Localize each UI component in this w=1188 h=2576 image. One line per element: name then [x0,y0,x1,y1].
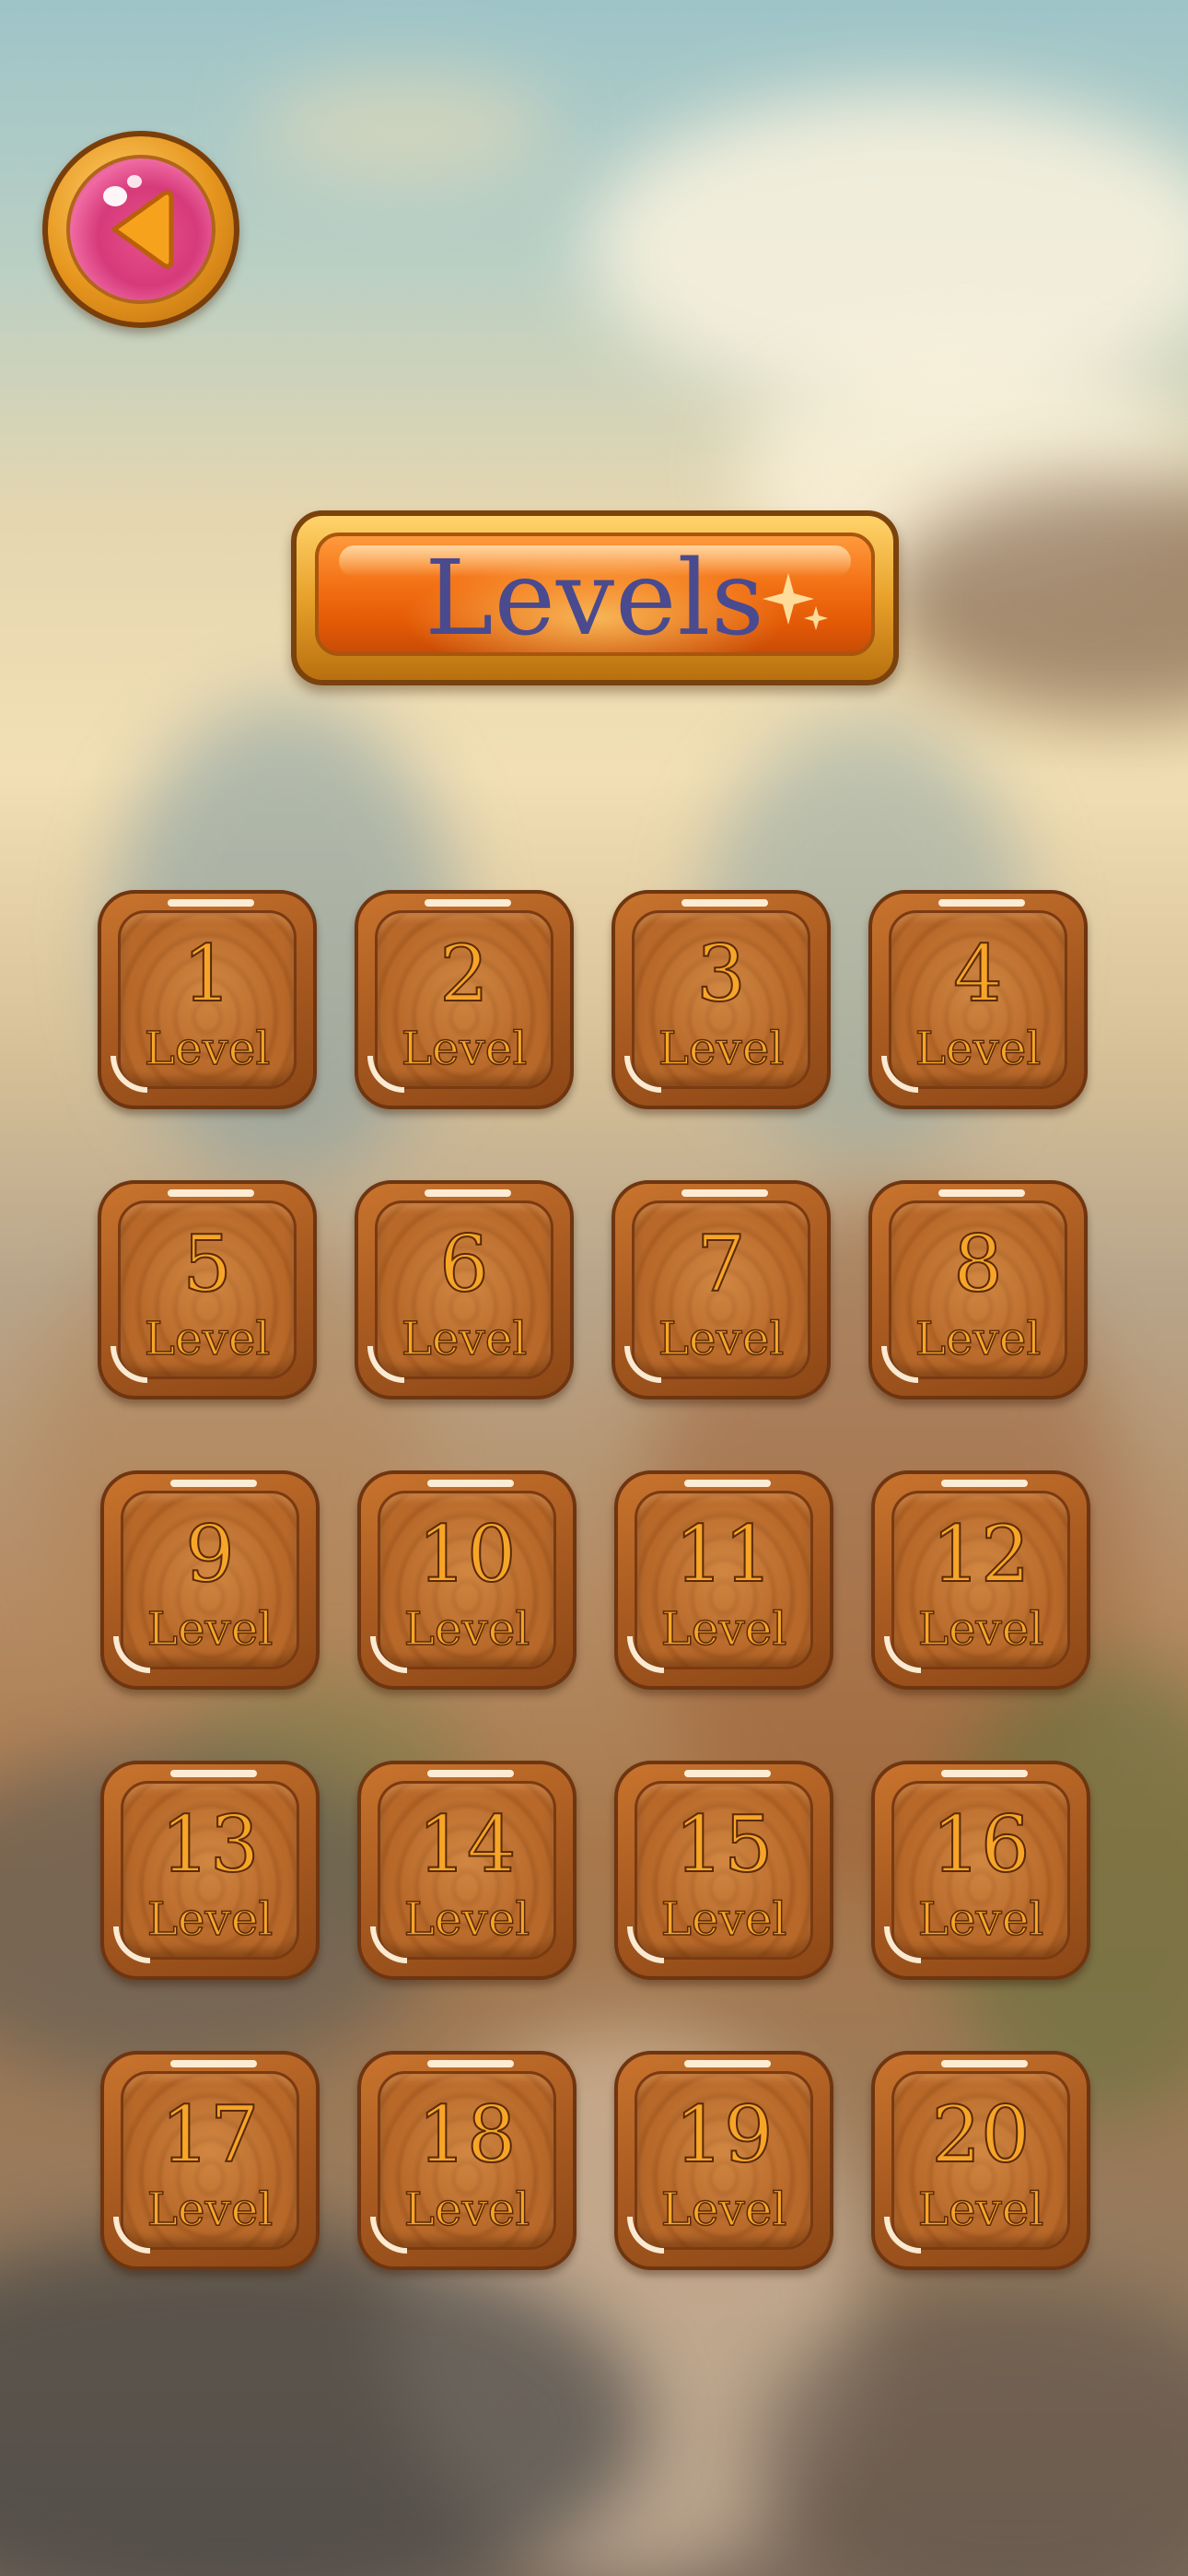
level-number: 19 [674,2090,775,2180]
level-button-9[interactable]: 9 Level [100,1470,320,1690]
tile-highlight [425,899,511,907]
tile-highlight [427,1480,514,1487]
level-label: Level [403,1892,530,1946]
level-label: Level [401,1312,528,1365]
level-number: 1 [181,929,232,1019]
back-arrow-icon [111,190,174,269]
level-button-4[interactable]: 4 Level [868,890,1088,1109]
level-label: Level [146,2183,274,2236]
level-button-18[interactable]: 18 Level [357,2051,577,2270]
tile-highlight [170,1480,257,1487]
level-number: 3 [695,929,746,1019]
level-button-6[interactable]: 6 Level [355,1180,574,1399]
cloud [258,74,553,184]
level-button-19[interactable]: 19 Level [614,2051,833,2270]
title-banner: Levels [291,510,899,685]
level-label: Level [658,1312,785,1365]
level-number: 2 [438,929,489,1019]
tile-highlight [684,1770,771,1777]
level-label: Level [917,1602,1044,1656]
tile-highlight [168,1189,254,1197]
level-button-15[interactable]: 15 Level [614,1761,833,1980]
level-number: 8 [952,1219,1003,1309]
level-button-5[interactable]: 5 Level [98,1180,317,1399]
level-number: 14 [417,1799,518,1890]
tile-highlight [941,1770,1028,1777]
level-number: 17 [160,2090,261,2180]
level-label: Level [660,1892,787,1946]
back-button[interactable] [42,131,239,328]
level-button-13[interactable]: 13 Level [100,1761,320,1980]
level-number: 12 [931,1509,1031,1599]
level-button-1[interactable]: 1 Level [98,890,317,1109]
level-label: Level [144,1022,271,1075]
level-number: 13 [160,1799,261,1890]
tile-highlight [170,2060,257,2067]
level-label: Level [403,2183,530,2236]
level-number: 16 [931,1799,1031,1890]
level-button-3[interactable]: 3 Level [611,890,831,1109]
level-label: Level [403,1602,530,1656]
sparkle-icon [763,573,828,630]
tile-highlight [681,1189,768,1197]
level-label: Level [146,1602,274,1656]
level-label: Level [914,1312,1042,1365]
level-label: Level [914,1022,1042,1075]
level-number: 6 [438,1219,489,1309]
tile-highlight [681,899,768,907]
level-number: 5 [181,1219,232,1309]
tile-highlight [684,2060,771,2067]
tile-highlight [168,899,254,907]
level-number: 4 [952,929,1003,1019]
level-number: 20 [931,2090,1031,2180]
level-number: 9 [184,1509,235,1599]
level-label: Level [660,1602,787,1656]
level-button-8[interactable]: 8 Level [868,1180,1088,1399]
level-button-2[interactable]: 2 Level [355,890,574,1109]
level-label: Level [144,1312,271,1365]
tile-highlight [425,1189,511,1197]
level-number: 11 [674,1509,775,1599]
level-label: Level [660,2183,787,2236]
level-button-16[interactable]: 16 Level [871,1761,1090,1980]
level-button-14[interactable]: 14 Level [357,1761,577,1980]
level-label: Level [658,1022,785,1075]
tile-highlight [427,2060,514,2067]
tile-highlight [427,1770,514,1777]
level-label: Level [917,2183,1044,2236]
level-button-12[interactable]: 12 Level [871,1470,1090,1690]
level-button-20[interactable]: 20 Level [871,2051,1090,2270]
tile-highlight [938,899,1025,907]
tile-highlight [938,1189,1025,1197]
level-number: 7 [695,1219,746,1309]
tile-highlight [684,1480,771,1487]
level-button-11[interactable]: 11 Level [614,1470,833,1690]
level-number: 18 [417,2090,518,2180]
tile-highlight [170,1770,257,1777]
level-button-17[interactable]: 17 Level [100,2051,320,2270]
level-number: 10 [417,1509,518,1599]
level-label: Level [401,1022,528,1075]
tile-highlight [941,1480,1028,1487]
level-label: Level [917,1892,1044,1946]
level-button-10[interactable]: 10 Level [357,1470,577,1690]
tile-highlight [941,2060,1028,2067]
level-label: Level [146,1892,274,1946]
level-number: 15 [674,1799,775,1890]
level-button-7[interactable]: 7 Level [611,1180,831,1399]
